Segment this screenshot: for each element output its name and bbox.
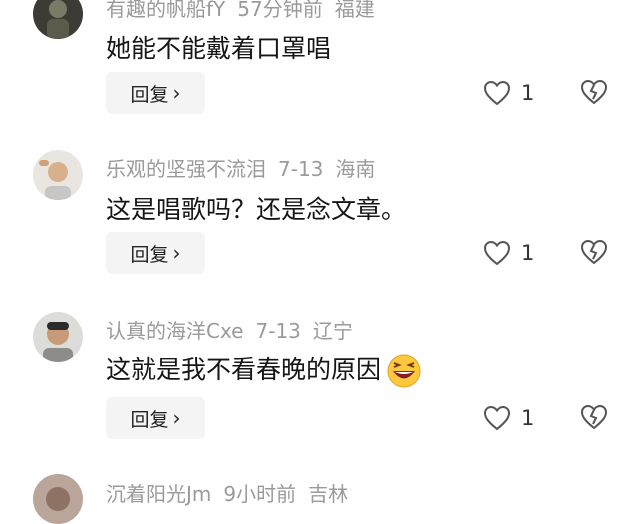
comment-meta: 有趣的帆船fY 57分钟前 福建 <box>106 0 387 22</box>
reply-button[interactable]: 回复 › <box>106 397 205 439</box>
avatar[interactable] <box>33 150 83 200</box>
dislike-button[interactable] <box>580 404 608 432</box>
broken-heart-icon <box>580 404 608 430</box>
reply-label: 回复 <box>130 243 169 266</box>
broken-heart-icon <box>580 79 608 105</box>
chevron-right-icon: › <box>172 81 181 105</box>
comment-time: 7-13 <box>255 319 301 343</box>
comment-meta: 认真的海洋Cxe 7-13 辽宁 <box>106 315 365 344</box>
username[interactable]: 认真的海洋Cxe <box>106 319 244 343</box>
reply-label: 回复 <box>130 83 169 106</box>
avatar[interactable] <box>33 474 83 524</box>
comment-text: 这是唱歌吗？还是念文章。 <box>106 195 407 224</box>
comment-location: 辽宁 <box>312 319 353 343</box>
chevron-right-icon: › <box>172 406 181 430</box>
comment-meta: 乐观的坚强不流泪 7-13 海南 <box>106 153 387 182</box>
like-count: 1 <box>521 241 535 265</box>
like-button[interactable]: 1 <box>483 236 535 270</box>
comment-location: 吉林 <box>308 482 349 506</box>
comment-meta: 沉着阳光Jm 9小时前 吉林 <box>106 478 360 507</box>
like-count: 1 <box>521 406 535 430</box>
comment-location: 福建 <box>334 0 375 21</box>
like-button[interactable]: 1 <box>483 401 535 435</box>
username[interactable]: 有趣的帆船fY <box>106 0 225 21</box>
comment-text-content: 这就是我不看春晚的原因 <box>106 355 382 384</box>
like-count: 1 <box>521 81 535 105</box>
dislike-button[interactable] <box>580 239 608 267</box>
dislike-button[interactable] <box>580 79 608 107</box>
comment-time: 57分钟前 <box>237 0 323 21</box>
heart-outline-icon <box>483 80 511 106</box>
like-button[interactable]: 1 <box>483 76 535 110</box>
chevron-right-icon: › <box>172 241 181 265</box>
comment-text: 这就是我不看春晚的原因 <box>106 350 423 388</box>
reply-button[interactable]: 回复 › <box>106 72 205 114</box>
username[interactable]: 沉着阳光Jm <box>106 482 211 506</box>
comment-time: 7-13 <box>278 157 324 181</box>
username[interactable]: 乐观的坚强不流泪 <box>106 157 266 181</box>
avatar[interactable] <box>33 312 83 362</box>
heart-outline-icon <box>483 240 511 266</box>
laughing-face-emoji <box>387 354 421 388</box>
comment-location: 海南 <box>335 157 376 181</box>
reply-label: 回复 <box>130 408 169 431</box>
avatar[interactable] <box>33 0 83 39</box>
comment-text: 她能不能戴着口罩唱 <box>106 34 332 63</box>
comment-time: 9小时前 <box>223 482 297 506</box>
reply-button[interactable]: 回复 › <box>106 232 205 274</box>
broken-heart-icon <box>580 239 608 265</box>
heart-outline-icon <box>483 405 511 431</box>
